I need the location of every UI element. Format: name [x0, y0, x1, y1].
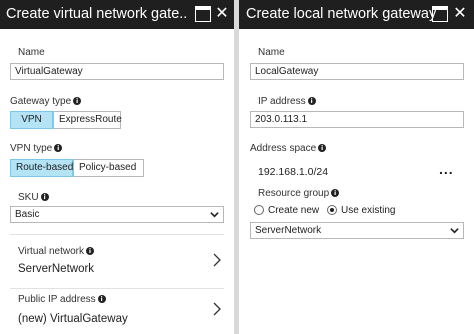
sku-label: SKU i — [18, 192, 49, 203]
blade-titlebar: Create local network gateway ✕ — [239, 0, 474, 29]
address-space-label-text: Address space — [250, 143, 317, 154]
radio-use-existing-label: Use existing — [341, 205, 396, 216]
blade-titlebar: Create virtual network gate... ✕ — [0, 0, 234, 29]
ip-address-input[interactable]: 203.0.113.1 — [250, 111, 464, 128]
virtual-network-value: ServerNetwork — [18, 263, 95, 275]
vpn-type-option-route-based[interactable]: Route-based — [10, 159, 73, 177]
gateway-type-label: Gateway type i — [10, 96, 82, 107]
radio-create-new[interactable]: Create new — [254, 205, 319, 216]
radio-button — [327, 205, 337, 215]
info-icon[interactable]: i — [85, 247, 94, 255]
ip-address-label: IP address i — [258, 96, 316, 107]
resource-group-selected-value: ServerNetwork — [255, 225, 322, 236]
create-local-network-gateway-blade: Create local network gateway ✕ Name Loca… — [239, 0, 474, 334]
close-icon[interactable]: ✕ — [452, 6, 468, 22]
info-icon[interactable]: i — [307, 97, 316, 105]
maximize-icon[interactable] — [195, 6, 211, 22]
vpn-type-label: VPN type i — [10, 143, 63, 154]
name-label-text: Name — [18, 47, 45, 58]
address-space-value: 192.168.1.0/24 — [258, 166, 329, 178]
sku-label-text: SKU — [18, 192, 39, 203]
sku-selected-value: Basic — [15, 209, 40, 220]
local-gateway-name-input[interactable]: LocalGateway — [250, 63, 464, 80]
address-space-label: Address space i — [250, 143, 327, 154]
create-virtual-network-gateway-blade: Create virtual network gate... ✕ Name Vi… — [0, 0, 234, 334]
chevron-right-icon[interactable] — [212, 302, 222, 316]
divider — [10, 234, 224, 235]
resource-group-label: Resource group i — [258, 188, 340, 199]
maximize-icon[interactable] — [432, 6, 448, 22]
gateway-name-input[interactable]: VirtualGateway — [10, 63, 224, 80]
sku-select[interactable]: Basic — [10, 206, 224, 223]
radio-button — [254, 205, 264, 215]
public-ip-value: (new) VirtualGateway — [18, 313, 128, 325]
name-label: Name — [18, 47, 45, 58]
gateway-type-option-vpn[interactable]: VPN — [10, 111, 53, 129]
resource-group-select[interactable]: ServerNetwork — [250, 222, 464, 239]
resource-group-label-text: Resource group — [258, 188, 330, 199]
virtual-network-row[interactable]: Virtual network i ServerNetwork — [0, 236, 234, 288]
chevron-down-icon — [450, 228, 459, 234]
info-icon[interactable]: i — [54, 144, 63, 152]
blade-title: Create local network gateway — [246, 6, 437, 22]
gateway-type-option-expressroute[interactable]: ExpressRoute — [53, 111, 122, 129]
blade-title: Create virtual network gate... — [6, 6, 188, 22]
public-ip-label-text: Public IP address — [18, 294, 96, 305]
vpn-type-label-text: VPN type — [10, 143, 53, 154]
public-ip-address-row[interactable]: Public IP address i (new) VirtualGateway — [0, 289, 234, 334]
chevron-down-icon — [210, 212, 219, 218]
info-icon[interactable]: i — [40, 193, 49, 201]
public-ip-label: Public IP address i — [18, 294, 106, 305]
gateway-type-label-text: Gateway type — [10, 96, 72, 107]
info-icon[interactable]: i — [331, 189, 340, 197]
info-icon[interactable]: i — [97, 295, 106, 303]
radio-create-new-label: Create new — [268, 205, 320, 216]
virtual-network-label: Virtual network i — [18, 246, 94, 257]
info-icon[interactable]: i — [73, 97, 82, 105]
vpn-type-option-policy-based[interactable]: Policy-based — [73, 159, 144, 177]
name-label-text: Name — [258, 47, 285, 58]
virtual-network-label-text: Virtual network — [18, 246, 84, 257]
close-icon[interactable]: ✕ — [214, 6, 230, 22]
chevron-right-icon[interactable] — [212, 253, 222, 267]
radio-use-existing[interactable]: Use existing — [327, 205, 395, 216]
info-icon[interactable]: i — [318, 144, 327, 152]
name-label: Name — [258, 47, 285, 58]
ip-address-label-text: IP address — [258, 96, 306, 107]
more-options-button[interactable]: ... — [439, 161, 454, 177]
